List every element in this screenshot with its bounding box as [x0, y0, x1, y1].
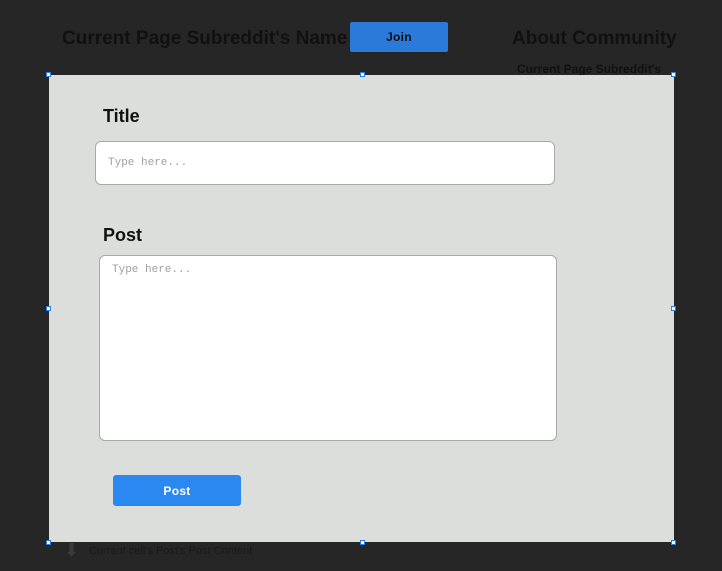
selection-handle[interactable]: [671, 306, 676, 311]
post-button[interactable]: Post: [113, 475, 241, 506]
selection-handle[interactable]: [671, 72, 676, 77]
post-textarea[interactable]: [99, 255, 557, 441]
about-community-title: About Community: [512, 28, 677, 50]
selection-handle[interactable]: [671, 540, 676, 545]
selection-handle[interactable]: [360, 72, 365, 77]
post-row: ⬇ Current cell's Post's Post Content: [64, 540, 252, 561]
selection-handle[interactable]: [46, 72, 51, 77]
post-label: Post: [103, 225, 628, 246]
subreddit-name: Current Page Subreddit's Name: [62, 28, 347, 50]
selection-handle[interactable]: [46, 306, 51, 311]
post-content-text: Current cell's Post's Post Content: [89, 545, 252, 557]
selection-handle[interactable]: [360, 540, 365, 545]
selection-handle[interactable]: [46, 540, 51, 545]
create-post-modal[interactable]: Title Post Post: [49, 75, 674, 542]
modal-inner: Title Post Post: [49, 75, 674, 506]
join-button[interactable]: Join: [350, 22, 448, 52]
about-community-subtitle: Current Page Subreddit's: [517, 62, 661, 76]
title-input[interactable]: [95, 141, 555, 185]
title-label: Title: [103, 106, 628, 127]
downvote-icon: ⬇: [64, 540, 79, 561]
